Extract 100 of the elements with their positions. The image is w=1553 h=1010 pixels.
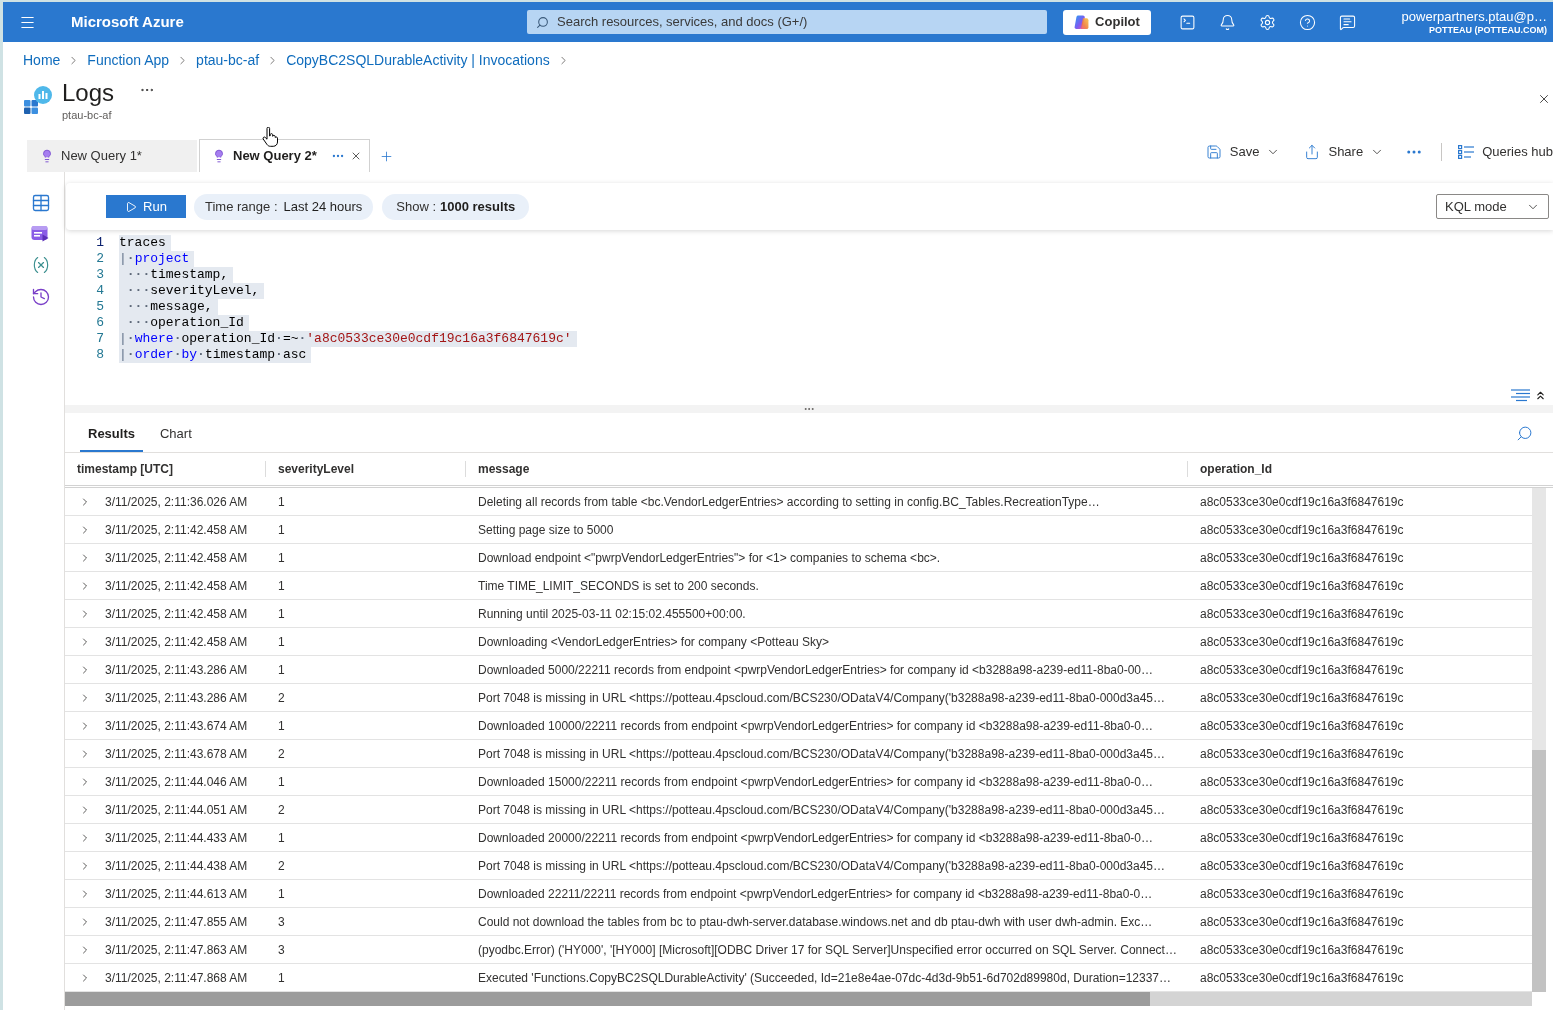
table-cell: a8c0533ce30e0cdf19c16a3f6847619c — [1200, 774, 1404, 789]
table-cell: 3 — [278, 942, 285, 957]
table-cell: Downloaded 15000/22211 records from endpoint <pwrpVendorLedgerEntries> for company id <b3288a98-a239-ed11-8ba0-0… — [478, 774, 1154, 789]
query-pack-icon[interactable] — [31, 225, 49, 243]
account-button[interactable]: powerpartners.ptau@p… POTTEAU (POTTEAU.COM) — [1401, 9, 1553, 35]
table-cell: a8c0533ce30e0cdf19c16a3f6847619c — [1200, 494, 1404, 509]
breadcrumb-link[interactable]: Function App — [87, 49, 170, 71]
table-cell: a8c0533ce30e0cdf19c16a3f6847619c — [1200, 746, 1404, 761]
table-cell: 1 — [278, 718, 285, 733]
table-cell: (pyodbc.Error) ('HY000', '[HY000] [Microsoft][ODBC Driver 17 for SQL Server]Unspecified error occurred on SQL Server. Connect… — [478, 942, 1177, 957]
table-cell: Deleting all records from table <bc.VendorLedgerEntries> according to setting in config.BC_Tables.RecreationType… — [478, 494, 1100, 509]
save-icon — [1205, 144, 1222, 160]
table-cell: Could not download the tables from bc to ptau-dwh-server.database.windows.net and db ptau-dwh with user dwh-admin. Exc… — [478, 914, 1153, 929]
table-cell-text: 3/11/2025, 2:11:44.438 AM — [105, 857, 248, 875]
results-tab[interactable]: Results — [80, 418, 143, 452]
table-cell: 1 — [278, 886, 285, 901]
horizontal-scrollbar[interactable] — [65, 992, 1532, 1006]
show-results-button[interactable]: Show : 1000 results — [382, 193, 530, 220]
table-cell-text: 3/11/2025, 2:11:44.433 AM — [105, 829, 248, 847]
table-cell: 2 — [278, 746, 285, 761]
line-number: 4 — [95, 283, 104, 299]
table-cell: a8c0533ce30e0cdf19c16a3f6847619c — [1200, 578, 1404, 593]
breadcrumb-link[interactable]: Home — [23, 49, 61, 71]
column-header[interactable]: operation_Id — [1200, 460, 1272, 478]
copilot-logo-icon — [1074, 14, 1090, 30]
queries-hub-button[interactable]: Queries hub — [1458, 142, 1553, 162]
table-cell: 1 — [278, 662, 285, 677]
table-cell: a8c0533ce30e0cdf19c16a3f6847619c — [1200, 830, 1404, 845]
share-icon — [1304, 144, 1321, 160]
table-cell: 2 — [278, 802, 285, 817]
table-cell: a8c0533ce30e0cdf19c16a3f6847619c — [1200, 690, 1404, 705]
close-icon[interactable] — [350, 150, 362, 162]
results-tab[interactable]: Chart — [151, 418, 200, 452]
search-field[interactable]: Search resources, services, and docs (G+/) — [527, 10, 1047, 34]
table-cell: a8c0533ce30e0cdf19c16a3f6847619c — [1200, 634, 1404, 649]
table-cell: a8c0533ce30e0cdf19c16a3f6847619c — [1200, 718, 1404, 733]
run-button[interactable]: Run — [106, 195, 186, 218]
query-tab[interactable]: New Query 1* — [27, 140, 197, 172]
terminal-icon — [1178, 13, 1196, 31]
time-range-button[interactable]: Time range : Last 24 hours — [194, 193, 374, 220]
breadcrumb-link[interactable]: CopyBC2SQLDurableActivity | Invocations — [286, 49, 550, 71]
vertical-scrollbar[interactable] — [1532, 488, 1546, 992]
play-icon — [125, 200, 138, 213]
brand-name: Microsoft Azure — [71, 11, 184, 32]
wrap-lines-icon[interactable] — [1511, 388, 1530, 402]
line-number: 2 — [95, 251, 104, 267]
query-tab[interactable]: New Query 2* — [199, 139, 370, 172]
table-cell: 3 — [278, 914, 285, 929]
table-cell: a8c0533ce30e0cdf19c16a3f6847619c — [1200, 550, 1404, 565]
page-subtitle: ptau-bc-af — [62, 108, 113, 122]
table-cell: 1 — [278, 550, 285, 565]
table-cell: 1 — [278, 634, 285, 649]
hand-cursor-icon — [262, 127, 278, 147]
table-cell-text: 3/11/2025, 2:11:42.458 AM — [105, 549, 248, 567]
column-header[interactable]: message — [478, 460, 530, 478]
table-cell-text: 3/11/2025, 2:11:44.046 AM — [105, 773, 248, 791]
help-icon — [1298, 13, 1316, 31]
scrollbar-thumb[interactable] — [1532, 750, 1546, 992]
table-cell-text: 3/11/2025, 2:11:47.863 AM — [105, 941, 248, 959]
history-icon[interactable] — [31, 287, 51, 307]
table-cell-text: 3/11/2025, 2:11:42.458 AM — [105, 521, 248, 539]
table-cell: a8c0533ce30e0cdf19c16a3f6847619c — [1200, 886, 1404, 901]
table-cell: 1 — [278, 494, 285, 509]
column-header[interactable]: timestamp [UTC] — [77, 460, 173, 478]
table-cell: Downloading <VendorLedgerEntries> for company <Potteau Sky> — [478, 634, 829, 649]
table-cell-text: 3/11/2025, 2:11:47.868 AM — [105, 969, 248, 987]
table-cell: Port 7048 is missing in URL <https://potteau.4pscloud.com/BCS230/ODataV4/Company('b3288a98-a239-ed11-8ba0-000d3a45… — [478, 746, 1166, 761]
table-cell: 2 — [278, 690, 285, 705]
breadcrumb-link[interactable]: ptau-bc-af — [196, 49, 260, 71]
table-cell: 1 — [278, 606, 285, 621]
close-icon[interactable] — [1537, 92, 1551, 106]
mode-dropdown[interactable]: KQL mode — [1436, 194, 1549, 219]
add-icon[interactable] — [379, 149, 394, 164]
chart-tiles-icon — [24, 86, 52, 114]
page-title: Logs — [62, 78, 115, 108]
lightbulb-icon — [40, 149, 54, 163]
column-header[interactable]: severityLevel — [278, 460, 355, 478]
line-number: 5 — [95, 299, 104, 315]
list-icon — [1458, 145, 1475, 159]
table-cell-text: 3/11/2025, 2:11:43.678 AM — [105, 745, 248, 763]
table-cell: a8c0533ce30e0cdf19c16a3f6847619c — [1200, 970, 1404, 985]
variable-icon[interactable] — [31, 255, 51, 275]
table-cell: a8c0533ce30e0cdf19c16a3f6847619c — [1200, 858, 1404, 873]
table-cell: Port 7048 is missing in URL <https://potteau.4pscloud.com/BCS230/ODataV4/Company('b3288a98-a239-ed11-8ba0-000d3a45… — [478, 858, 1166, 873]
table-cell-text: 3/11/2025, 2:11:42.458 AM — [105, 633, 248, 651]
scrollbar-thumb[interactable] — [65, 992, 1150, 1006]
copilot-button[interactable]: Copilot — [1063, 9, 1151, 35]
line-number: 8 — [95, 347, 104, 363]
table-cell-text: 3/11/2025, 2:11:47.855 AM — [105, 913, 248, 931]
table-cell: Downloaded 5000/22211 records from endpoint <pwrpVendorLedgerEntries> for company id <b3288a98-a239-ed11-8ba0-00… — [478, 662, 1154, 677]
table-cell: Executed 'Functions.CopyBC2SQLDurableActivity' (Succeeded, Id=21e8e4ae-07dc-4d3d-9b51-6d702d89980d, Duration=12337… — [478, 970, 1172, 985]
search-icon[interactable] — [1516, 425, 1533, 442]
table-cell: Downloaded 10000/22211 records from endpoint <pwrpVendorLedgerEntries> for company id <b3288a98-a239-ed11-8ba0-0… — [478, 718, 1154, 733]
table-cell: Port 7048 is missing in URL <https://potteau.4pscloud.com/BCS230/ODataV4/Company('b3288a98-a239-ed11-8ba0-000d3a45… — [478, 802, 1166, 817]
share-button[interactable]: Share — [1304, 142, 1385, 162]
table-cell: 2 — [278, 858, 285, 873]
table-cell-text: 3/11/2025, 2:11:44.613 AM — [105, 885, 248, 903]
table-icon[interactable] — [31, 193, 51, 213]
line-number: 7 — [95, 331, 104, 347]
save-button[interactable]: Save — [1205, 142, 1281, 162]
